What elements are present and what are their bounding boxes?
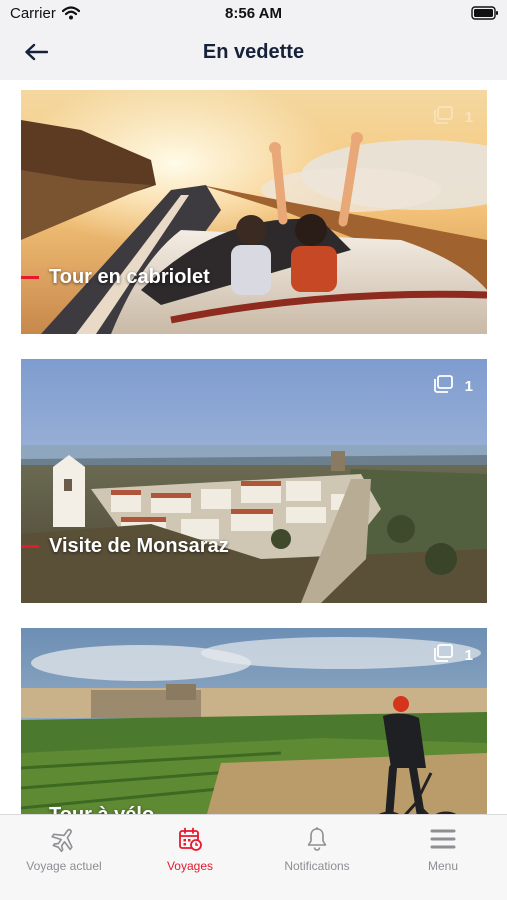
tab-notifications[interactable]: Notifications — [254, 815, 380, 885]
gallery-icon — [433, 106, 453, 128]
card-title: Visite de Monsaraz — [21, 526, 229, 566]
accent-bar — [21, 544, 39, 548]
navigation-bar: En vedette — [0, 28, 507, 80]
status-time: 8:56 AM — [225, 5, 282, 22]
gallery-icon — [433, 375, 453, 397]
tab-trips[interactable]: Voyages — [127, 815, 253, 885]
battery-icon — [471, 6, 499, 25]
featured-list: Tour en cabriolet 1 Visite de Monsaraz 1… — [0, 80, 507, 814]
tab-current-trip[interactable]: Voyage actuel — [1, 815, 127, 885]
gallery-count: 1 — [433, 375, 473, 397]
card-image — [21, 628, 487, 814]
status-bar: Carrier 8:56 AM — [0, 0, 507, 28]
accent-bar — [21, 275, 39, 279]
card-image — [21, 359, 487, 603]
bell-icon — [305, 825, 329, 853]
card-title: Tour à vélo — [21, 795, 154, 814]
page-title: En vedette — [202, 41, 305, 63]
featured-card[interactable]: Tour à vélo 1 — [21, 628, 487, 814]
card-image — [21, 90, 487, 334]
airplane-icon — [50, 825, 78, 853]
tab-menu[interactable]: Menu — [380, 815, 506, 885]
gallery-icon — [433, 644, 453, 666]
featured-card[interactable]: Tour en cabriolet 1 — [21, 90, 487, 334]
featured-card[interactable]: Visite de Monsaraz 1 — [21, 359, 487, 603]
card-title: Tour en cabriolet — [21, 257, 210, 297]
tab-bar: Voyage actuel Voyages Notifications Menu — [0, 814, 507, 900]
hamburger-icon — [430, 825, 456, 853]
gallery-count: 1 — [433, 644, 473, 666]
gallery-count: 1 — [433, 106, 473, 128]
calendar-icon — [177, 825, 203, 853]
